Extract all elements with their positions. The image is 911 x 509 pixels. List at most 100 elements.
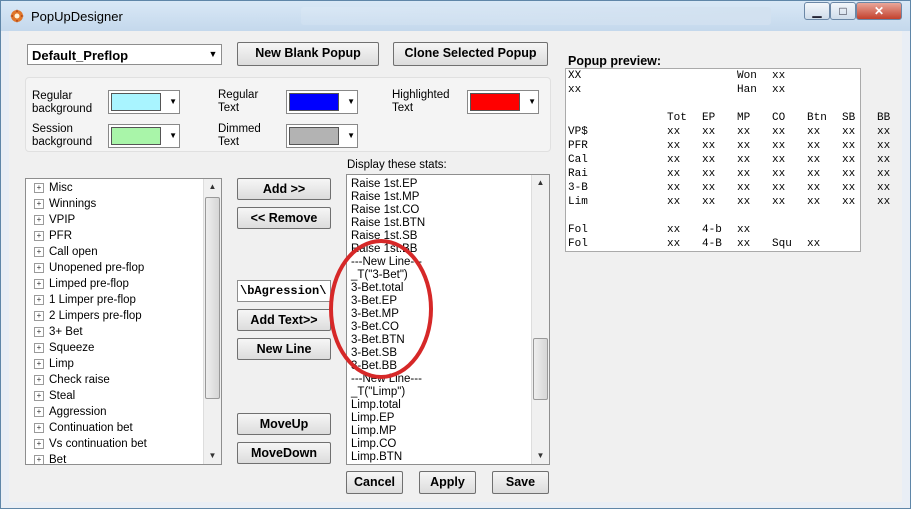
stat-list-item[interactable]: Limp.total: [351, 399, 401, 412]
session-background-swatch: [111, 127, 161, 145]
add-text-button[interactable]: Add Text>>: [237, 309, 331, 331]
stat-list-item[interactable]: 3-Bet.MP: [351, 308, 399, 321]
tree-item[interactable]: + PFR: [34, 230, 72, 242]
tree-item[interactable]: + Aggression: [34, 406, 107, 418]
new-line-button[interactable]: New Line: [237, 338, 331, 360]
tree-item[interactable]: + Steal: [34, 390, 75, 402]
expand-icon[interactable]: +: [34, 439, 44, 449]
stat-list-item[interactable]: Raise 1st.SB: [351, 230, 417, 243]
expand-icon[interactable]: +: [34, 295, 44, 305]
scroll-down-icon[interactable]: ▼: [532, 448, 549, 464]
tree-item-label: Vs continuation bet: [49, 438, 147, 450]
save-button[interactable]: Save: [492, 471, 549, 494]
close-button[interactable]: ✕: [856, 2, 902, 20]
text-input[interactable]: \bAgression\: [237, 280, 331, 302]
expand-icon[interactable]: +: [34, 199, 44, 209]
stat-list-item[interactable]: 3-Bet.SB: [351, 347, 397, 360]
expand-icon[interactable]: +: [34, 391, 44, 401]
tree-item[interactable]: + Limped pre-flop: [34, 278, 129, 290]
expand-icon[interactable]: +: [34, 343, 44, 353]
new-blank-popup-button[interactable]: New Blank Popup: [237, 42, 379, 66]
scroll-down-icon[interactable]: ▼: [204, 448, 221, 464]
tree-item[interactable]: + Squeeze: [34, 342, 94, 354]
regular-text-picker[interactable]: ▼: [286, 90, 358, 114]
title-bar[interactable]: PopUpDesigner ▁ □ ✕: [1, 1, 910, 31]
expand-icon[interactable]: +: [34, 183, 44, 193]
tree-item[interactable]: + VPIP: [34, 214, 75, 226]
scroll-thumb[interactable]: [533, 338, 548, 400]
stat-list-item[interactable]: Limp.CO: [351, 438, 396, 451]
display-stats-list[interactable]: Raise 1st.EP Raise 1st.MP Raise 1st.CO Rais…: [346, 174, 550, 465]
move-down-button[interactable]: MoveDown: [237, 442, 331, 464]
stat-tree[interactable]: + Misc + Winnings + VPIP + PFR + Call open + Unopen…: [25, 178, 222, 465]
preview-cell: xx: [877, 140, 891, 152]
scroll-thumb[interactable]: [205, 197, 220, 399]
preview-cell: xx: [737, 154, 751, 166]
tree-item[interactable]: + Check raise: [34, 374, 110, 386]
stat-list-item[interactable]: 3-Bet.BTN: [351, 334, 405, 347]
stat-list-item[interactable]: ---New Line---: [351, 373, 422, 386]
preset-combo[interactable]: Default_Preflop ▼: [27, 44, 222, 65]
stat-tree-scrollbar[interactable]: ▲ ▼: [203, 179, 221, 464]
preview-cell: xx: [807, 238, 821, 250]
dimmed-text-picker[interactable]: ▼: [286, 124, 358, 148]
tree-item[interactable]: + Vs continuation bet: [34, 438, 147, 450]
expand-icon[interactable]: +: [34, 215, 44, 225]
tree-item[interactable]: + Bet: [34, 454, 66, 464]
stat-list-item[interactable]: Raise 1st.BB: [351, 243, 417, 256]
stat-list-item[interactable]: Raise 1st.CO: [351, 204, 419, 217]
expand-icon[interactable]: +: [34, 455, 44, 464]
minimize-button[interactable]: ▁: [804, 2, 830, 20]
stat-list-item[interactable]: ---New Line---: [351, 256, 422, 269]
preview-cell: MP: [737, 112, 751, 124]
stat-list-item[interactable]: _T("Limp"): [351, 386, 405, 399]
tree-item[interactable]: + Continuation bet: [34, 422, 133, 434]
highlighted-text-picker[interactable]: ▼: [467, 90, 539, 114]
expand-icon[interactable]: +: [34, 231, 44, 241]
maximize-button[interactable]: □: [830, 2, 856, 20]
tree-item[interactable]: + Call open: [34, 246, 98, 258]
session-background-picker[interactable]: ▼: [108, 124, 180, 148]
stat-list-item[interactable]: Limp.EP: [351, 412, 394, 425]
stat-list-item[interactable]: 3-Bet.CO: [351, 321, 399, 334]
preview-cell: VP$: [568, 126, 588, 138]
stat-list-item[interactable]: Raise 1st.BTN: [351, 217, 425, 230]
stat-list-item[interactable]: Limp.BTN: [351, 451, 402, 464]
expand-icon[interactable]: +: [34, 375, 44, 385]
background-blur: [301, 7, 771, 25]
stat-list-item[interactable]: Limp.MP: [351, 425, 396, 438]
clone-selected-popup-button[interactable]: Clone Selected Popup: [393, 42, 548, 66]
expand-icon[interactable]: +: [34, 407, 44, 417]
regular-background-picker[interactable]: ▼: [108, 90, 180, 114]
tree-item[interactable]: +3+ Bet: [34, 326, 83, 338]
stat-list-item[interactable]: 3-Bet.EP: [351, 295, 397, 308]
stat-list-item[interactable]: Raise 1st.EP: [351, 178, 417, 191]
expand-icon[interactable]: +: [34, 423, 44, 433]
expand-icon[interactable]: +: [34, 247, 44, 257]
tree-item-label: VPIP: [49, 214, 76, 226]
expand-icon[interactable]: +: [34, 263, 44, 273]
scroll-up-icon[interactable]: ▲: [204, 179, 221, 195]
stat-list-item[interactable]: _T("3-Bet"): [351, 269, 408, 282]
expand-icon[interactable]: +: [34, 311, 44, 321]
stat-list-item[interactable]: 3-Bet.BB: [351, 360, 397, 373]
stat-list-item[interactable]: 3-Bet.total: [351, 282, 403, 295]
tree-item-label: 3+ Bet: [49, 326, 83, 338]
expand-icon[interactable]: +: [34, 327, 44, 337]
tree-item[interactable]: +1 Limper pre-flop: [34, 294, 136, 306]
add-button[interactable]: Add >>: [237, 178, 331, 200]
tree-item[interactable]: + Winnings: [34, 198, 96, 210]
scroll-up-icon[interactable]: ▲: [532, 175, 549, 191]
move-up-button[interactable]: MoveUp: [237, 413, 331, 435]
tree-item[interactable]: + Misc: [34, 182, 73, 194]
tree-item[interactable]: +2 Limpers pre-flop: [34, 310, 142, 322]
cancel-button[interactable]: Cancel: [346, 471, 403, 494]
expand-icon[interactable]: +: [34, 279, 44, 289]
apply-button[interactable]: Apply: [419, 471, 476, 494]
tree-item[interactable]: + Unopened pre-flop: [34, 262, 144, 274]
expand-icon[interactable]: +: [34, 359, 44, 369]
tree-item[interactable]: + Limp: [34, 358, 74, 370]
stat-list-item[interactable]: Raise 1st.MP: [351, 191, 419, 204]
remove-button[interactable]: << Remove: [237, 207, 331, 229]
display-stats-scrollbar[interactable]: ▲ ▼: [531, 175, 549, 464]
